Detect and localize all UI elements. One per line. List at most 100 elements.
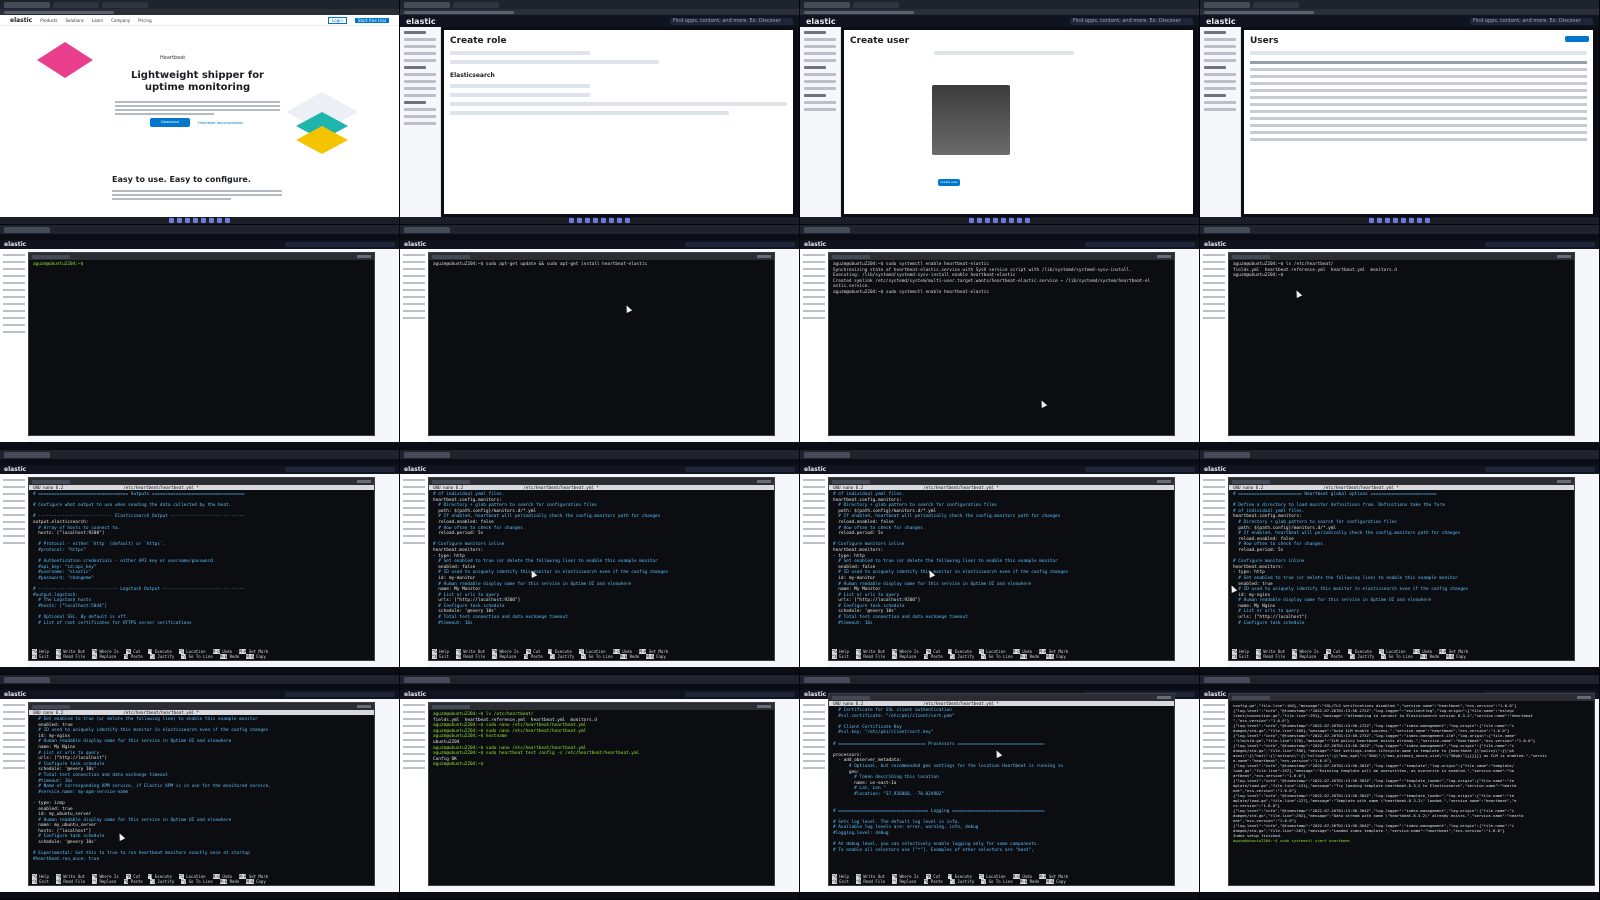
- table-row[interactable]: [1250, 96, 1587, 99]
- elastic-logo[interactable]: elastic: [4, 466, 26, 473]
- global-search[interactable]: [685, 467, 795, 472]
- nano-buffer[interactable]: # ================================== Out…: [29, 490, 374, 628]
- browser-tab[interactable]: [1204, 1, 1250, 8]
- nano-window[interactable]: GNU nano 6.2/etc/heartbeat/heartbeat.yml…: [28, 702, 375, 886]
- window-controls[interactable]: [1557, 480, 1571, 483]
- trial-button[interactable]: Start free trial: [354, 17, 389, 23]
- nav-item[interactable]: Company: [111, 18, 130, 23]
- browser-tab[interactable]: [53, 1, 99, 8]
- elastic-logo[interactable]: elastic: [1206, 17, 1236, 26]
- global-search[interactable]: [1485, 467, 1595, 472]
- browser-tab[interactable]: [853, 1, 899, 8]
- elastic-logo[interactable]: elastic: [404, 466, 426, 473]
- terminal-window[interactable]: aguzm@ubuntu2204:~$ sudo systemctl enabl…: [828, 252, 1175, 436]
- global-search[interactable]: [1085, 467, 1195, 472]
- table-row[interactable]: [1250, 138, 1587, 141]
- nav-item[interactable]: Solutions: [66, 18, 84, 23]
- table-row[interactable]: [1250, 131, 1587, 134]
- terminal-titlebar[interactable]: [429, 703, 774, 710]
- nano-buffer[interactable]: # of individual yaml files. heartbeat.con…: [429, 490, 774, 628]
- window-controls[interactable]: [1577, 696, 1591, 699]
- terminal-titlebar[interactable]: [829, 253, 1174, 260]
- terminal-window[interactable]: aguzm@ubuntu2204:~$ ls /etc/heartbeat/fi…: [428, 702, 775, 886]
- terminal-titlebar[interactable]: [29, 478, 374, 485]
- browser-tab[interactable]: [1253, 1, 1299, 8]
- nano-window[interactable]: GNU nano 6.2/etc/heartbeat/heartbeat.yml…: [828, 693, 1175, 886]
- elastic-logo[interactable]: elastic: [4, 691, 26, 698]
- table-row[interactable]: [1250, 103, 1587, 106]
- elastic-logo[interactable]: elastic: [10, 17, 32, 24]
- terminal-titlebar[interactable]: [29, 703, 374, 710]
- table-row[interactable]: [1250, 89, 1587, 92]
- terminal-window[interactable]: aguzm@ubuntu2204:~$ sudo apt-get update …: [428, 252, 775, 436]
- terminal-titlebar[interactable]: [429, 478, 774, 485]
- browser-tab[interactable]: [4, 1, 50, 8]
- global-search[interactable]: [1485, 242, 1595, 247]
- elastic-logo[interactable]: elastic: [806, 17, 836, 26]
- terminal-titlebar[interactable]: [829, 694, 1174, 701]
- global-search[interactable]: Find apps, content, and more. Ex: Discov…: [1470, 17, 1593, 25]
- browser-tab[interactable]: [804, 1, 850, 8]
- browser-tab[interactable]: [453, 1, 499, 8]
- global-search[interactable]: Find apps, content, and more. Ex: Discov…: [670, 17, 793, 25]
- elastic-logo[interactable]: elastic: [804, 691, 826, 698]
- cluster-privileges-field[interactable]: [450, 84, 590, 88]
- browser-tab[interactable]: [102, 1, 148, 8]
- global-search[interactable]: [685, 692, 795, 697]
- browser-tab[interactable]: [1204, 226, 1250, 233]
- indices-field[interactable]: [450, 111, 730, 115]
- index-privileges-field[interactable]: [450, 102, 787, 106]
- browser-tab[interactable]: [4, 676, 50, 683]
- download-button[interactable]: Download: [150, 118, 190, 127]
- nav-item[interactable]: Pricing: [138, 18, 151, 23]
- browser-tab[interactable]: [404, 676, 450, 683]
- global-search[interactable]: [1085, 242, 1195, 247]
- nano-buffer[interactable]: # of individual yaml files. heartbeat.con…: [829, 490, 1174, 628]
- login-button[interactable]: Login: [328, 16, 347, 24]
- table-row[interactable]: [1250, 61, 1587, 64]
- elastic-logo[interactable]: elastic: [1204, 241, 1226, 248]
- global-search[interactable]: [285, 242, 395, 247]
- browser-tab[interactable]: [804, 676, 850, 683]
- browser-tab[interactable]: [404, 226, 450, 233]
- window-controls[interactable]: [357, 255, 371, 258]
- table-row[interactable]: [1250, 117, 1587, 120]
- global-search[interactable]: [285, 467, 395, 472]
- global-search[interactable]: [685, 242, 795, 247]
- elastic-logo[interactable]: elastic: [406, 17, 436, 26]
- browser-tab[interactable]: [804, 451, 850, 458]
- terminal-titlebar[interactable]: [1229, 694, 1594, 701]
- run-as-field[interactable]: [450, 93, 590, 97]
- table-row[interactable]: [1250, 124, 1587, 127]
- table-row[interactable]: [1250, 110, 1587, 113]
- role-name-field[interactable]: [450, 51, 590, 55]
- browser-tab[interactable]: [404, 1, 450, 8]
- nano-buffer[interactable]: # ======================== Heartbeat glo…: [1229, 490, 1574, 628]
- nav-item[interactable]: Learn: [92, 18, 103, 23]
- browser-tab[interactable]: [404, 451, 450, 458]
- browser-tab[interactable]: [4, 226, 50, 233]
- global-search[interactable]: [285, 692, 395, 697]
- nano-window[interactable]: GNU nano 6.2/etc/heartbeat/heartbeat.yml…: [28, 477, 375, 661]
- terminal-titlebar[interactable]: [29, 253, 374, 260]
- elastic-logo[interactable]: elastic: [1204, 691, 1226, 698]
- terminal-titlebar[interactable]: [829, 478, 1174, 485]
- elastic-logo[interactable]: elastic: [4, 241, 26, 248]
- create-user-button[interactable]: Create user: [938, 179, 960, 186]
- nano-window[interactable]: GNU nano 6.2/etc/heartbeat/heartbeat.yml…: [828, 477, 1175, 661]
- window-controls[interactable]: [757, 480, 771, 483]
- elastic-logo[interactable]: elastic: [1204, 466, 1226, 473]
- window-controls[interactable]: [1557, 255, 1571, 258]
- nav-item[interactable]: Products: [40, 18, 57, 23]
- terminal-window[interactable]: aguzm@ubuntu2204:~$: [28, 252, 375, 436]
- table-row[interactable]: [1250, 82, 1587, 85]
- table-row[interactable]: [1250, 68, 1587, 71]
- browser-tab[interactable]: [1204, 676, 1250, 683]
- window-controls[interactable]: [757, 705, 771, 708]
- nano-buffer[interactable]: # Certificate for SSL client authenticat…: [829, 706, 1174, 855]
- browser-tab[interactable]: [804, 226, 850, 233]
- window-controls[interactable]: [1157, 255, 1171, 258]
- nano-window[interactable]: GNU nano 6.2/etc/heartbeat/heartbeat.yml…: [428, 477, 775, 661]
- window-controls[interactable]: [1157, 696, 1171, 699]
- elastic-logo[interactable]: elastic: [404, 241, 426, 248]
